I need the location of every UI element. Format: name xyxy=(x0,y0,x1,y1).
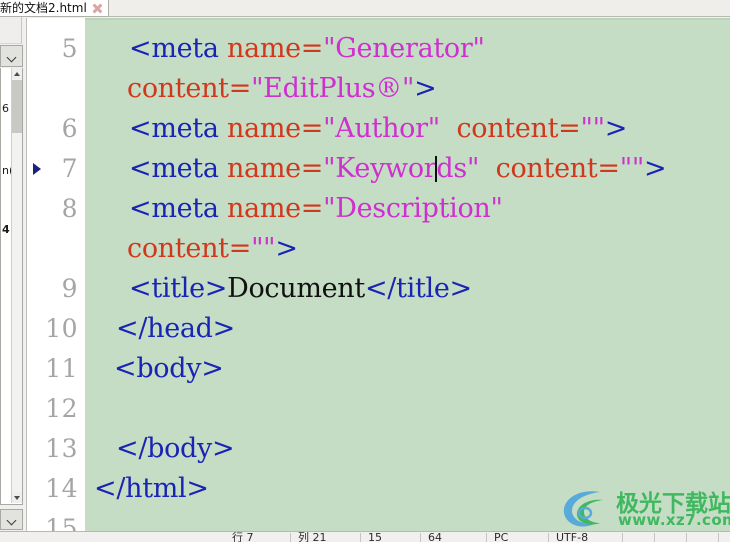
code-token-tag: > xyxy=(414,73,437,104)
line-number: 5 xyxy=(61,34,78,63)
code-token-tag: </head> xyxy=(116,313,235,344)
chevron-down-icon xyxy=(7,517,16,522)
code-token-attr: name= xyxy=(226,113,324,144)
code-token-text: Document xyxy=(227,273,365,304)
status-cell: PC xyxy=(494,532,509,542)
code-token-attr: content= xyxy=(127,233,252,264)
triangle-down-icon xyxy=(14,495,20,500)
status-cell: 64 xyxy=(428,532,442,542)
code-token-tag: </html> xyxy=(94,473,209,504)
code-token-tag: > xyxy=(643,153,667,184)
code-token-tag: <meta xyxy=(129,153,227,184)
line-number: 11 xyxy=(45,354,78,383)
status-cell: 15 xyxy=(368,532,382,542)
scroll-up-arrow-icon[interactable] xyxy=(12,68,22,79)
line-number: 15 xyxy=(45,514,78,531)
code-token-str: "Description" xyxy=(323,193,503,224)
status-separator xyxy=(548,533,549,542)
code-line[interactable]: <meta name="Description" xyxy=(85,194,503,224)
code-token-str: ds" xyxy=(436,153,480,184)
code-token-tag: </title> xyxy=(364,273,472,304)
code-line[interactable]: content="EditPlus®"> xyxy=(85,73,437,104)
sidebar-bottom-dropdown-button[interactable] xyxy=(0,509,23,530)
code-line[interactable]: <meta name="Keywords" content=""> xyxy=(85,153,667,184)
sidebar-dropdown-button[interactable] xyxy=(0,45,23,67)
sidebar-file-list[interactable]: 6 n( 4 xyxy=(0,68,23,505)
line-number: 7 xyxy=(61,154,78,183)
code-token-tag: <meta xyxy=(129,193,227,224)
code-token-attr: name= xyxy=(226,193,324,224)
code-line[interactable]: <meta name="Author" content=""> xyxy=(85,114,627,144)
status-separator xyxy=(486,533,487,542)
status-bar: 行 7 列 21 15 64 PC UTF-8 xyxy=(0,531,730,542)
bookmark-triangle-icon[interactable] xyxy=(33,163,41,175)
code-token-attr: name= xyxy=(226,153,324,184)
document-tab-label: 新的文档2.html xyxy=(0,0,87,15)
code-token-tag: </body> xyxy=(116,433,235,464)
status-separator xyxy=(290,533,291,542)
code-line[interactable]: </head> xyxy=(85,314,235,344)
scrollbar-thumb[interactable] xyxy=(12,80,22,133)
sidebar-panel: 6 n( 4 xyxy=(0,17,24,531)
status-separator xyxy=(360,533,361,542)
line-number-gutter[interactable]: 5 6 7 8 9 10 11 12 13 14 15 xyxy=(26,18,85,531)
code-line[interactable]: <meta name="Generator" xyxy=(85,34,485,64)
editplus-window: 新的文档2.html 6 n( 4 5 6 7 8 9 10 11 12 13 … xyxy=(0,0,730,542)
line-number: 10 xyxy=(45,314,78,343)
code-token-str: "" xyxy=(619,153,645,184)
status-cell: 列 21 xyxy=(298,532,327,542)
close-icon[interactable] xyxy=(92,3,103,14)
status-separator xyxy=(686,533,687,542)
code-line[interactable]: </body> xyxy=(85,433,235,464)
code-token-tag: > xyxy=(275,233,298,264)
code-token-attr: name= xyxy=(226,33,324,64)
code-token-str: "Generator" xyxy=(323,33,485,64)
line-number: 14 xyxy=(45,474,78,503)
code-token-tag: <meta xyxy=(129,33,227,64)
code-token-str: "" xyxy=(580,113,606,144)
status-separator xyxy=(718,533,719,542)
code-line[interactable]: </html> xyxy=(85,474,209,504)
tab-bar: 新的文档2.html xyxy=(0,0,730,17)
code-token-tag: > xyxy=(604,113,628,144)
line-number: 8 xyxy=(61,194,78,223)
status-cell: UTF-8 xyxy=(556,532,589,542)
status-separator xyxy=(622,533,623,542)
line-number: 6 xyxy=(61,114,78,143)
status-cell: 行 7 xyxy=(232,532,254,542)
code-line[interactable]: content=""> xyxy=(85,234,298,264)
code-token-tag: <body> xyxy=(114,353,224,384)
code-token-attr: content= xyxy=(127,73,252,104)
code-line[interactable]: <body> xyxy=(85,354,224,384)
code-token-attr: content= xyxy=(439,113,581,144)
scroll-down-arrow-icon[interactable] xyxy=(12,492,22,503)
code-token-str: "Keywor xyxy=(323,153,437,184)
code-token-tag: <title> xyxy=(129,273,228,304)
chevron-down-icon xyxy=(7,54,16,59)
line-number: 12 xyxy=(45,394,78,423)
code-token-tag: <meta xyxy=(129,113,227,144)
code-token-str: "Author" xyxy=(323,113,440,144)
code-token-str: "" xyxy=(251,233,276,264)
document-tab[interactable]: 新的文档2.html xyxy=(0,0,109,17)
line-number: 9 xyxy=(61,274,78,303)
triangle-up-icon xyxy=(14,71,20,76)
code-token-str: "EditPlus®" xyxy=(251,73,415,104)
sidebar-scrollbar[interactable] xyxy=(11,68,22,503)
editor-top-edge xyxy=(85,18,730,20)
code-editor-area[interactable]: <meta name="Generator" content="EditPlus®… xyxy=(85,18,730,531)
sidebar-top-strip xyxy=(0,17,22,44)
status-separator xyxy=(420,533,421,542)
code-token-attr: content= xyxy=(479,153,620,184)
code-line[interactable]: <title>Document</title> xyxy=(85,274,472,304)
line-number: 13 xyxy=(45,434,78,463)
status-separator xyxy=(654,533,655,542)
